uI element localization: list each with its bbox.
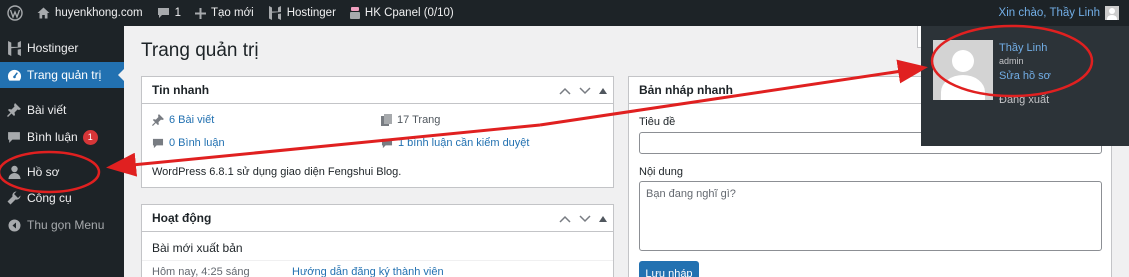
profile-role: admin [999,56,1024,66]
plus-icon [195,7,206,19]
admin-sidebar: Hostinger Trang quản trị Bài viết Bình l… [0,26,124,277]
dashboard-icon [6,67,22,83]
chevron-down-icon[interactable] [579,86,591,95]
sidebar-item-tools[interactable]: Công cụ [0,185,124,211]
comments-count: 1 [174,7,181,19]
profile-name-link[interactable]: Thầy Linh [999,42,1047,54]
collapse-menu-button[interactable]: Thu gọn Menu [0,212,124,238]
hostinger-label: Hostinger [286,7,336,19]
greeting-text: Xin chào, Thầy Linh [998,7,1100,19]
activity-widget: Hoạt động Bài mới xuất bản Hôm nay, 4:25… [141,204,614,277]
glance-comments-link[interactable]: 0 Bình luận [152,137,225,149]
new-content-label: Tạo mới [211,7,254,19]
widget-header: Tin nhanh [142,77,613,104]
widget-title: Hoạt động [152,211,212,225]
sidebar-item-label: Bài viết [27,103,67,117]
cpanel-label: HK Cpanel (0/10) [364,7,454,19]
glance-pages-link[interactable]: 17 Trang [381,114,440,126]
admin-bar: huyenkhong.com 1 Tạo mới Hostinger HK Cp… [0,0,1129,26]
widget-title: Tin nhanh [152,83,210,97]
pin-icon [152,114,164,126]
glance-moderation-label: 1 bình luận cần kiểm duyệt [398,137,530,149]
at-a-glance-widget: Tin nhanh 6 Bài viết 17 Trang 0 Bình luậ… [141,76,614,188]
edit-profile-link[interactable]: Sửa hồ sơ [999,70,1051,82]
glance-posts-label: 6 Bài viết [169,114,215,126]
activity-subtitle: Bài mới xuất bản [152,241,243,255]
sidebar-item-hostinger[interactable]: Hostinger [0,35,124,61]
draft-content-textarea[interactable]: Bạn đang nghĩ gì? [639,181,1102,251]
wrench-icon [6,190,22,206]
user-icon [6,164,22,180]
sidebar-item-profile[interactable]: Hồ sơ [0,159,124,185]
pin-icon [6,102,22,118]
profile-dropdown: Thầy Linh admin Sửa hồ sơ Đăng xuất [921,26,1129,146]
glance-posts-link[interactable]: 6 Bài viết [152,114,214,126]
save-draft-button[interactable]: Lưu nháp [639,261,699,277]
wordpress-version-note: WordPress 6.8.1 sử dụng giao diện Fengsh… [152,166,402,178]
activity-date: Hôm nay, 4:25 sáng [152,266,250,277]
logout-link[interactable]: Đăng xuất [999,94,1049,106]
hostinger-icon [268,6,282,20]
caret-up-icon[interactable] [599,215,607,222]
draft-title-label: Tiêu đề [639,116,676,128]
collapse-icon [6,217,22,233]
glance-comments-label: 0 Bình luận [169,137,225,149]
chevron-down-icon[interactable] [579,214,591,223]
sidebar-item-comments[interactable]: Bình luận 1 [0,124,124,150]
sidebar-item-posts[interactable]: Bài viết [0,97,124,123]
caret-up-icon[interactable] [599,87,607,94]
my-account[interactable]: Xin chào, Thầy Linh [999,0,1129,26]
moderation-comment-icon [381,138,393,149]
widget-header: Hoạt động [142,205,613,232]
chevron-up-icon[interactable] [559,87,571,95]
comments-link[interactable]: 1 [150,0,188,26]
sidebar-item-label: Hồ sơ [27,165,60,179]
sidebar-item-label: Thu gọn Menu [27,218,105,232]
widget-title: Bản nháp nhanh [639,83,733,97]
avatar[interactable] [933,40,993,100]
pages-icon [381,114,392,126]
new-content-link[interactable]: Tạo mới [188,0,261,26]
hostinger-icon [6,40,22,56]
activity-divider [142,260,613,261]
home-icon [37,7,50,19]
activity-post-link[interactable]: Hướng dẫn đăng ký thành viên [292,266,444,277]
glance-moderation-link[interactable]: 1 bình luận cần kiểm duyệt [381,137,529,149]
glance-pages-label: 17 Trang [397,114,441,126]
comment-icon [157,7,170,19]
comment-icon [152,138,164,149]
wordpress-logo-icon[interactable] [0,0,30,26]
sidebar-item-label: Hostinger [27,41,79,55]
chevron-up-icon[interactable] [559,215,571,223]
sidebar-item-label: Công cụ [27,191,72,205]
avatar-small [1105,6,1119,20]
draft-content-label: Nội dung [639,166,684,178]
sidebar-item-label: Trang quản trị [27,68,102,82]
cpanel-icon [349,7,360,19]
page-title: Trang quản trị [141,40,259,61]
cpanel-link[interactable]: HK Cpanel (0/10) [343,0,461,26]
comment-icon [6,129,22,145]
comments-badge: 1 [82,129,98,145]
sidebar-item-label: Bình luận [27,130,78,144]
hostinger-link[interactable]: Hostinger [261,0,343,26]
site-name-label: huyenkhong.com [55,7,143,19]
site-name-link[interactable]: huyenkhong.com [30,0,150,26]
sidebar-item-dashboard[interactable]: Trang quản trị [0,62,124,88]
